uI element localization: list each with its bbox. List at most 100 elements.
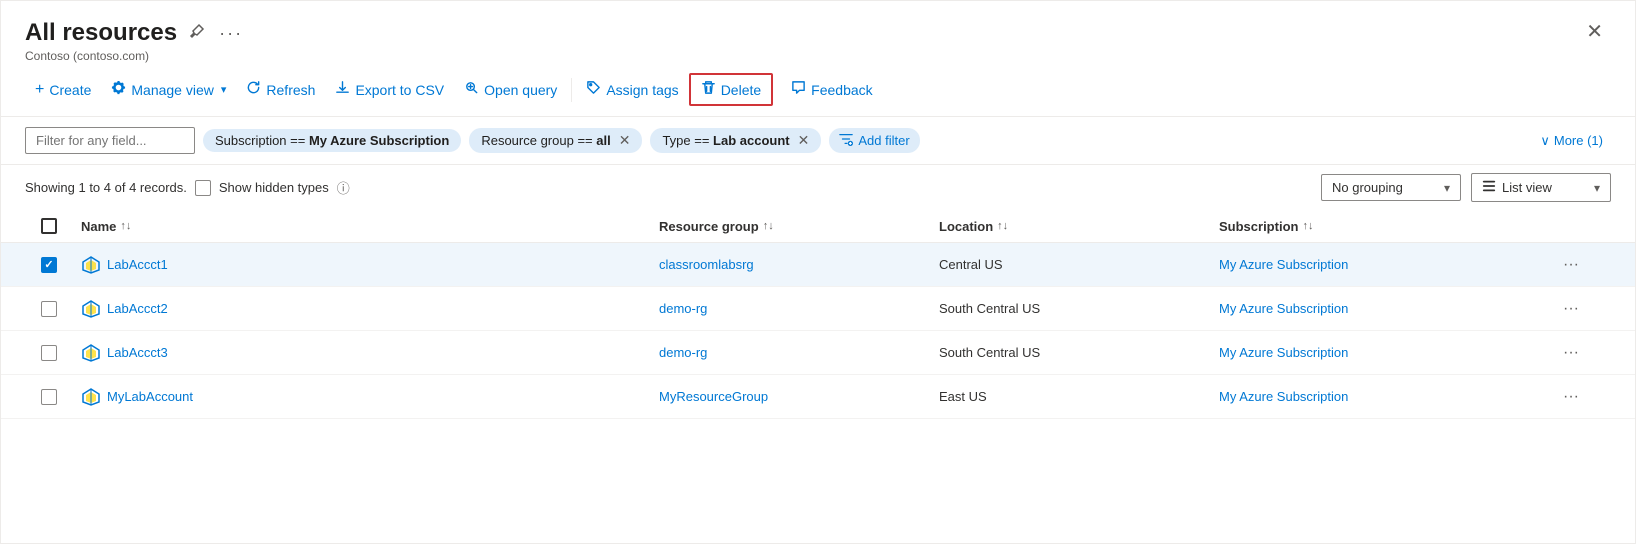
pin-icon[interactable] [187,21,207,46]
row-actions: ··· [1551,332,1611,374]
subscription-filter-label: Subscription == My Azure Subscription [215,133,449,148]
row-resource-group-link[interactable]: demo-rg [659,345,707,360]
grouping-select[interactable]: No grouping ▾ [1321,174,1461,201]
row-subscription-link[interactable]: My Azure Subscription [1219,389,1348,404]
chevron-down-icon-more: ∨ [1540,133,1550,149]
row-resource-group: MyResourceGroup [651,381,931,412]
row-name: LabAccct2 [73,291,651,327]
resource-type-icon [81,343,101,363]
th-name: Name ↑↓ [73,210,651,242]
row-name-link[interactable]: LabAccct3 [107,345,168,360]
type-filter-close[interactable]: ✕ [798,132,810,149]
row-name-link[interactable]: MyLabAccount [107,389,193,404]
resource-group-filter-chip: Resource group == all ✕ [469,128,642,153]
filter-input[interactable] [25,127,195,154]
delete-button[interactable]: Delete [689,73,773,106]
row-subscription: My Azure Subscription [1211,337,1551,368]
th-subscription: Subscription ↑↓ [1211,210,1551,242]
resource-group-filter-label: Resource group == all [481,133,610,148]
resource-type-icon [81,387,101,407]
row-checkbox[interactable] [41,301,57,317]
delete-icon [701,80,716,99]
view-select[interactable]: List view ▾ [1471,173,1611,202]
show-hidden-checkbox[interactable] [195,180,211,196]
th-name-label: Name [81,219,116,234]
row-checkbox[interactable] [41,345,57,361]
plus-icon: + [35,81,44,99]
th-resource-group: Resource group ↑↓ [651,210,931,242]
row-resource-group: demo-rg [651,293,931,324]
th-location-label: Location [939,219,993,234]
row-subscription: My Azure Subscription [1211,249,1551,280]
grouping-label: No grouping [1332,180,1403,195]
page-title: All resources [25,19,177,47]
records-right: No grouping ▾ List view ▾ [1321,173,1611,202]
row-subscription-link[interactable]: My Azure Subscription [1219,345,1348,360]
add-filter-button[interactable]: Add filter [829,128,919,153]
close-button[interactable]: ✕ [1578,15,1611,48]
subscription-sort-icon[interactable]: ↑↓ [1302,220,1313,232]
row-ellipsis-button[interactable]: ··· [1559,252,1583,278]
row-ellipsis-button[interactable]: ··· [1559,296,1583,322]
records-left: Showing 1 to 4 of 4 records. Show hidden… [25,178,350,197]
row-checkbox[interactable] [41,389,57,405]
row-location: Central US [931,249,1211,280]
row-subscription: My Azure Subscription [1211,381,1551,412]
th-resource-group-label: Resource group [659,219,759,234]
manage-view-button[interactable]: Manage view ▾ [101,74,236,105]
row-checkbox-cell [25,381,73,413]
assign-tags-button[interactable]: Assign tags [576,74,688,105]
row-resource-group-link[interactable]: MyResourceGroup [659,389,768,404]
row-checkbox-cell [25,337,73,369]
type-filter-chip: Type == Lab account ✕ [650,128,821,153]
refresh-button[interactable]: Refresh [236,74,325,105]
row-name: MyLabAccount [73,379,651,415]
subscription-filter-chip: Subscription == My Azure Subscription [203,129,461,152]
header-checkbox[interactable] [41,218,57,234]
row-resource-group-link[interactable]: demo-rg [659,301,707,316]
name-sort-icon[interactable]: ↑↓ [120,220,131,232]
all-resources-panel: All resources ··· Contoso (contoso.com) … [0,0,1636,544]
resource-type-icon [81,299,101,319]
row-resource-group-link[interactable]: classroomlabsrg [659,257,754,272]
table-body: LabAccct1 classroomlabsrg Central US My … [1,243,1635,419]
title-area: All resources ··· Contoso (contoso.com) [25,19,245,63]
toolbar: + Create Manage view ▾ Refresh [1,63,1635,117]
view-chevron-icon: ▾ [1594,181,1600,195]
row-subscription-link[interactable]: My Azure Subscription [1219,301,1348,316]
more-options-icon[interactable]: ··· [217,21,245,46]
th-location: Location ↑↓ [931,210,1211,242]
view-label: List view [1502,180,1552,195]
row-ellipsis-button[interactable]: ··· [1559,340,1583,366]
table-row: LabAccct1 classroomlabsrg Central US My … [1,243,1635,287]
toolbar-separator [571,78,572,102]
row-name-link[interactable]: LabAccct1 [107,257,168,272]
export-csv-button[interactable]: Export to CSV [325,74,454,105]
location-sort-icon[interactable]: ↑↓ [997,220,1008,232]
title-row: All resources ··· [25,19,245,47]
table-row: MyLabAccount MyResourceGroup East US My … [1,375,1635,419]
feedback-icon [791,80,806,99]
info-icon[interactable]: ⓘ [337,178,350,197]
row-location-text: Central US [939,257,1003,272]
row-checkbox-cell [25,293,73,325]
row-resource-group: classroomlabsrg [651,249,931,280]
row-subscription: My Azure Subscription [1211,293,1551,324]
create-button[interactable]: + Create [25,75,101,105]
refresh-icon [246,80,261,99]
records-bar: Showing 1 to 4 of 4 records. Show hidden… [1,165,1635,210]
row-checkbox[interactable] [41,257,57,273]
more-filters-button[interactable]: ∨ More (1) [1532,129,1611,153]
row-actions: ··· [1551,376,1611,418]
resource-group-filter-close[interactable]: ✕ [619,132,631,149]
header-checkbox-cell [25,210,73,242]
row-ellipsis-button[interactable]: ··· [1559,384,1583,410]
grouping-chevron-icon: ▾ [1444,181,1450,195]
feedback-button[interactable]: Feedback [781,74,882,105]
open-query-button[interactable]: Open query [454,74,567,105]
row-location-text: South Central US [939,345,1040,360]
row-location: East US [931,381,1211,412]
resource-group-sort-icon[interactable]: ↑↓ [763,220,774,232]
row-subscription-link[interactable]: My Azure Subscription [1219,257,1348,272]
row-name-link[interactable]: LabAccct2 [107,301,168,316]
